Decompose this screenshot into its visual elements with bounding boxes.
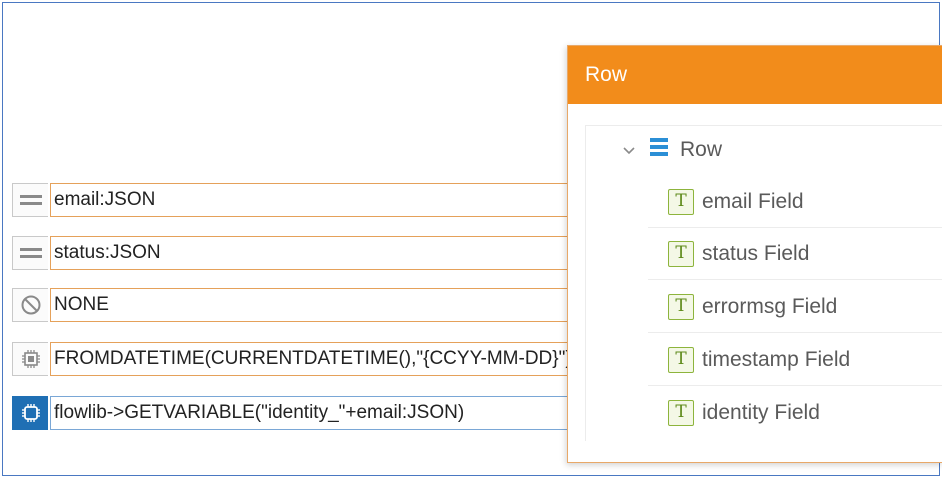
mapping-expression-field[interactable]: NONE	[50, 288, 590, 322]
text-field-icon: T	[668, 240, 694, 267]
function-chip-icon	[12, 396, 48, 430]
tree-item-identity-field[interactable]: T identity Field	[648, 387, 942, 439]
mapping-row-status[interactable]: status:JSON	[12, 236, 590, 270]
mapping-expression-field[interactable]: FROMDATETIME(CURRENTDATETIME(),"{CCYY-MM…	[50, 342, 590, 376]
tree-item-label: identity Field	[702, 401, 820, 424]
mapping-expression-field[interactable]: flowlib->GETVARIABLE("identity_"+email:J…	[50, 396, 590, 430]
tree-root-row[interactable]: Row	[622, 133, 722, 167]
text-field-icon: T	[668, 188, 694, 215]
mapping-expression-field[interactable]: email:JSON	[50, 183, 590, 217]
tree-item-label: status Field	[702, 241, 810, 265]
mapping-row-email[interactable]: email:JSON	[12, 183, 590, 217]
tree-item-errormsg-field[interactable]: T errormsg Field	[648, 281, 942, 333]
tree-item-email-field[interactable]: T email Field	[648, 176, 942, 228]
tree-item-label: email Field	[702, 189, 804, 213]
panel-title: Row	[568, 46, 942, 104]
mapping-row-identity[interactable]: flowlib->GETVARIABLE("identity_"+email:J…	[12, 396, 590, 430]
mapping-row-errormsg[interactable]: NONE	[12, 288, 590, 322]
equals-icon	[12, 236, 48, 270]
text-field-icon: T	[668, 400, 694, 426]
tree-item-label: errormsg Field	[702, 294, 838, 318]
tree-root-label: Row	[680, 138, 723, 161]
mapping-expression-field[interactable]: status:JSON	[50, 236, 590, 270]
equals-icon	[12, 183, 48, 217]
function-chip-icon	[12, 342, 48, 376]
tree-item-label: timestamp Field	[702, 347, 851, 371]
text-field-icon: T	[668, 293, 694, 320]
mapping-row-timestamp[interactable]: FROMDATETIME(CURRENTDATETIME(),"{CCYY-MM…	[12, 342, 590, 376]
prohibited-icon	[12, 288, 48, 322]
tree-item-status-field[interactable]: T status Field	[648, 228, 942, 280]
chevron-down-icon[interactable]	[622, 138, 640, 162]
tree-item-timestamp-field[interactable]: T timestamp Field	[648, 334, 942, 386]
text-field-icon: T	[668, 346, 694, 373]
table-rows-icon	[648, 136, 672, 164]
